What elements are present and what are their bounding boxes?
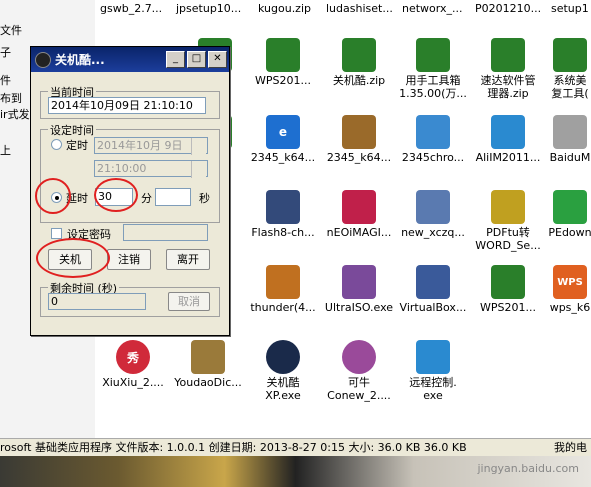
image-app-icon — [342, 190, 376, 224]
file-icon-item[interactable]: 2345_k64... — [321, 115, 397, 164]
time-spinner[interactable] — [191, 161, 206, 178]
status-location: 我的电 — [554, 441, 587, 454]
file-icon-item[interactable]: WPS201... — [470, 265, 546, 314]
second-label: 秒 — [199, 192, 210, 205]
task-pane-item[interactable]: 文件 — [0, 22, 22, 38]
browser-icon — [416, 115, 450, 149]
archive-icon — [416, 38, 450, 72]
archive-icon — [491, 38, 525, 72]
cancel-button[interactable]: 取消 — [168, 292, 210, 311]
file-icon-item[interactable]: e 2345_k64... — [245, 115, 321, 164]
dialog-titlebar[interactable]: 关机酷... _ □ ✕ — [31, 47, 229, 72]
task-pane-item[interactable]: ir式发 — [0, 106, 30, 122]
status-bar: rosoft 基础类应用程序 文件版本: 1.0.0.1 创建日期: 2013-… — [0, 438, 591, 456]
archive-icon — [342, 38, 376, 72]
file-icon-item[interactable]: 可牛 Conew_2.... — [321, 340, 397, 402]
file-icon-item[interactable]: 用手工具箱 1.35.00(万... — [395, 38, 471, 100]
minimize-button[interactable]: _ — [166, 51, 185, 68]
file-icon-item[interactable]: BaiduM — [545, 115, 591, 164]
file-label[interactable]: jpsetup10... — [176, 2, 241, 15]
installer-icon — [553, 115, 587, 149]
set-time-label: 设定时间 — [48, 122, 96, 138]
archive-icon — [491, 265, 525, 299]
messenger-icon — [491, 115, 525, 149]
maximize-button[interactable]: □ — [187, 51, 206, 68]
remote-control-icon — [416, 340, 450, 374]
annotation-circle — [36, 238, 110, 278]
file-icon-item[interactable]: 2345chro... — [395, 115, 471, 164]
file-label[interactable]: networx_... — [402, 2, 463, 15]
timed-radio[interactable] — [51, 139, 62, 150]
file-icon-item[interactable]: 秀 XiuXiu_2.... — [95, 340, 171, 389]
file-icon-item[interactable]: PDFtu转 WORD_Se... — [470, 190, 546, 252]
close-button[interactable]: ✕ — [208, 51, 227, 68]
watermark: jingyan.baidu.com — [477, 462, 579, 475]
conew-icon — [342, 340, 376, 374]
file-icon-item[interactable]: 关机酷 XP.exe — [245, 340, 321, 402]
file-icon-item[interactable]: WPS201... — [245, 38, 321, 87]
file-icon-item[interactable]: 关机酷.zip — [321, 38, 397, 87]
exit-button[interactable]: 离开 — [166, 249, 210, 270]
password-input[interactable] — [123, 224, 208, 241]
pe-icon — [553, 190, 587, 224]
logoff-button[interactable]: 注销 — [107, 249, 151, 270]
file-icon-item[interactable]: nEOiMAGI... — [321, 190, 397, 239]
file-label[interactable]: gswb_2.7... — [100, 2, 162, 15]
file-icon-item[interactable]: 系统美 复工具( — [545, 38, 591, 100]
file-icon-item[interactable]: WPS wps_k6 — [545, 265, 591, 314]
remaining-time-field: 0 — [48, 293, 146, 310]
file-icon-item[interactable]: 速达软件管 理器.zip — [470, 38, 546, 100]
task-pane-item[interactable]: 布到 — [0, 90, 22, 106]
wps-icon: WPS — [553, 265, 587, 299]
shutdown-app-icon — [266, 340, 300, 374]
status-text: rosoft 基础类应用程序 文件版本: 1.0.0.1 创建日期: 2013-… — [0, 441, 467, 454]
task-pane-item[interactable]: 上 — [0, 142, 11, 158]
annotation-circle — [94, 178, 138, 212]
browser-icon: e — [266, 115, 300, 149]
task-pane-item[interactable]: 子 — [0, 44, 11, 60]
flash-installer-icon — [266, 190, 300, 224]
file-icon-item[interactable]: AliIM2011... — [470, 115, 546, 164]
dialog-title: 关机酷... — [55, 53, 105, 67]
annotation-circle — [35, 178, 71, 214]
file-label[interactable]: P0201210... — [475, 2, 541, 15]
file-label[interactable]: kugou.zip — [258, 2, 311, 15]
archive-icon — [553, 38, 587, 72]
minute-label: 分 — [141, 192, 152, 205]
date-spinner[interactable] — [191, 138, 206, 155]
file-icon-item[interactable]: Flash8-ch... — [245, 190, 321, 239]
file-icon-item[interactable]: YoudaoDic... — [170, 340, 246, 389]
file-icon-item[interactable]: UltraISO.exe — [321, 265, 397, 314]
file-icon-item[interactable]: VirtualBox... — [395, 265, 471, 314]
xiuxiu-icon: 秀 — [116, 340, 150, 374]
file-label[interactable]: ludashiset... — [326, 2, 393, 15]
file-icon-item[interactable]: PEdown — [545, 190, 591, 239]
disc-icon — [342, 265, 376, 299]
file-icon-item[interactable]: new_xczq... — [395, 190, 471, 239]
dictionary-icon — [191, 340, 225, 374]
app-icon — [35, 51, 51, 68]
file-label[interactable]: setup1 — [551, 2, 589, 15]
file-icon-item[interactable]: 远程控制. exe — [395, 340, 471, 402]
file-icon-item[interactable]: thunder(4... — [245, 265, 321, 314]
current-time-field: 2014年10月09日 21:10:10 — [48, 97, 206, 114]
rabbit-icon — [491, 190, 525, 224]
timed-label: 定时 — [66, 139, 88, 152]
delay-seconds-input[interactable] — [155, 188, 191, 206]
password-checkbox[interactable] — [51, 228, 62, 239]
thunder-icon — [266, 265, 300, 299]
task-pane-item[interactable]: 件 — [0, 72, 11, 88]
virtualbox-icon — [416, 265, 450, 299]
computer-icon — [416, 190, 450, 224]
package-icon — [342, 115, 376, 149]
archive-icon — [266, 38, 300, 72]
